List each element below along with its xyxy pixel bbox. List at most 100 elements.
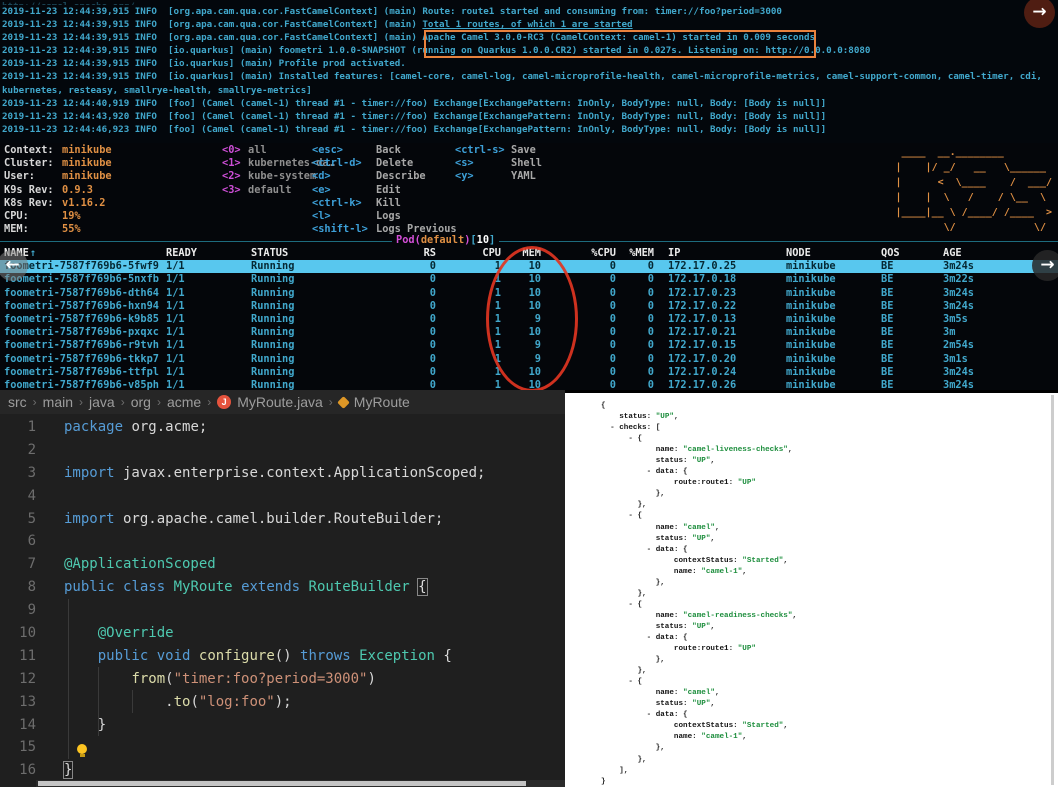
code-area[interactable]: 1package org.acme;23import javax.enterpr… [0, 414, 565, 782]
pod-row[interactable]: foometri-7587f769b6-5nxfb1/1Running01100… [0, 273, 1058, 286]
text-run: "timer:foo?period=3000" [174, 671, 368, 687]
text-run [601, 557, 674, 565]
column-header[interactable]: NODE [786, 247, 881, 260]
pod-cell: 1/1 [166, 260, 251, 273]
line-number: 8 [0, 576, 36, 599]
text-run: "Started" [742, 722, 783, 730]
pod-cell: 3m24s [943, 379, 1058, 390]
breadcrumb-item[interactable]: org [131, 394, 151, 410]
code-line[interactable]: 8public class MyRoute extends RouteBuild… [0, 576, 565, 599]
hotkey-key: <l> [312, 210, 376, 223]
pod-row[interactable]: foometri-7587f769b6-5fwf91/1Running01100… [0, 260, 1058, 273]
text-run: { [637, 512, 642, 520]
pod-row[interactable]: foometri-7587f769b6-pxqxc1/1Running01100… [0, 326, 1058, 339]
column-header[interactable]: %CPU [541, 247, 616, 260]
code-line[interactable]: 15 [0, 736, 565, 759]
code-line[interactable]: 10 @Override [0, 622, 565, 645]
text-run [601, 413, 619, 421]
code-text [36, 485, 64, 508]
text-run: ) [367, 671, 375, 687]
json-line: - { [601, 511, 1058, 522]
hotkey-key: <e> [312, 184, 376, 197]
line-number: 10 [0, 622, 36, 645]
code-line[interactable]: 3import javax.enterprise.context.Applica… [0, 462, 565, 485]
breadcrumb-item[interactable]: main [43, 394, 73, 410]
pod-cell: 10 [501, 287, 541, 300]
breadcrumb-item[interactable]: java [89, 394, 115, 410]
pod-row[interactable]: foometri-7587f769b6-hxn941/1Running01100… [0, 300, 1058, 313]
divider-line [499, 241, 1058, 242]
text-run [601, 435, 628, 443]
breadcrumb-item[interactable]: MyRoute.java [237, 394, 323, 410]
breadcrumb-item[interactable]: acme [167, 394, 201, 410]
quick-fix-lightbulb-icon[interactable] [77, 744, 87, 754]
collapse-toggle[interactable]: - [647, 711, 656, 719]
column-header[interactable]: IP [654, 247, 786, 260]
collapse-toggle[interactable]: - [647, 468, 656, 476]
code-line[interactable]: 4 [0, 485, 565, 508]
hotkey-key: <0> [222, 144, 248, 157]
pod-cell: 3m5s [943, 313, 1058, 326]
breadcrumb-item[interactable]: MyRoute [354, 394, 410, 410]
horizontal-scrollbar[interactable] [36, 780, 565, 787]
pod-table: NAME↑READYSTATUSRSCPUMEM%CPU%MEMIPNODEQO… [0, 247, 1058, 390]
collapse-toggle[interactable]: - [647, 634, 656, 642]
terminal-log-panel: http://camel.apache.org/ 2019-11-23 12:4… [0, 0, 1058, 143]
scrollbar-thumb[interactable] [38, 781, 526, 786]
hotkey-key: <s> [455, 157, 511, 170]
text-run: : { [674, 468, 688, 476]
pod-row[interactable]: foometri-7587f769b6-v85ph1/1Running01100… [0, 379, 1058, 390]
column-header[interactable]: %MEM [616, 247, 654, 260]
collapse-toggle[interactable]: - [610, 424, 619, 432]
code-line[interactable]: 1package org.acme; [0, 416, 565, 439]
code-line[interactable]: 16} [0, 759, 565, 782]
code-line[interactable]: 5import org.apache.camel.builder.RouteBu… [0, 508, 565, 531]
column-header[interactable]: CPU [436, 247, 501, 260]
breadcrumb-separator: › [79, 395, 83, 409]
column-header[interactable]: RS [381, 247, 436, 260]
code-text [36, 439, 64, 462]
cluster-info-row: Context:minikube [4, 144, 112, 157]
json-line: route:route1: "UP" [601, 478, 1058, 489]
json-line: status: "UP", [601, 534, 1058, 545]
pod-cell: 1/1 [166, 287, 251, 300]
code-line[interactable]: 13 .to("log:foo"); [0, 691, 565, 714]
code-line[interactable]: 2 [0, 439, 565, 462]
text-run: { [637, 435, 642, 443]
column-header[interactable]: MEM [501, 247, 541, 260]
text-run [190, 648, 198, 664]
pod-row[interactable]: foometri-7587f769b6-ttfpl1/1Running01100… [0, 366, 1058, 379]
code-line[interactable]: 12 from("timer:foo?period=3000") [0, 668, 565, 691]
text-run: ], [601, 767, 628, 775]
nav-arrow-next-mid-icon[interactable]: → [1032, 250, 1058, 281]
pod-row[interactable]: foometri-7587f769b6-dth641/1Running01100… [0, 287, 1058, 300]
column-header[interactable]: QOS [881, 247, 943, 260]
code-line[interactable]: 7@ApplicationScoped [0, 553, 565, 576]
code-line[interactable]: 14 } [0, 714, 565, 737]
text-run: , [783, 557, 788, 565]
text-run [410, 579, 418, 595]
code-text: public class MyRoute extends RouteBuilde… [36, 576, 427, 599]
breadcrumb-item[interactable]: src [8, 394, 27, 410]
collapse-toggle[interactable]: - [647, 546, 656, 554]
pod-cell: BE [881, 287, 943, 300]
column-header[interactable]: READY [166, 247, 251, 260]
pod-cell: 0 [616, 287, 654, 300]
pod-row[interactable]: foometri-7587f769b6-tkkp71/1Running01900… [0, 353, 1058, 366]
code-line[interactable]: 9 [0, 599, 565, 622]
pod-row[interactable]: foometri-7587f769b6-r9tvh1/1Running01900… [0, 339, 1058, 352]
hotkey-label: Delete [376, 157, 413, 169]
hotkey-key: <ctrl-s> [455, 144, 511, 157]
cluster-info-row: User:minikube [4, 170, 112, 183]
pod-cell: 3m24s [943, 366, 1058, 379]
pod-cell: 3m24s [943, 300, 1058, 313]
json-line: - data: { [601, 710, 1058, 721]
pod-row[interactable]: foometri-7587f769b6-k9b851/1Running01900… [0, 313, 1058, 326]
breadcrumb-separator: › [207, 395, 211, 409]
text-run: org.apache.camel.builder.RouteBuilder; [115, 511, 444, 527]
code-line[interactable]: 11 public void configure() throws Except… [0, 645, 565, 668]
vertical-scrollbar[interactable] [1051, 395, 1054, 785]
code-line[interactable]: 6 [0, 530, 565, 553]
pod-cell: Running [251, 366, 381, 379]
column-header[interactable]: STATUS [251, 247, 381, 260]
